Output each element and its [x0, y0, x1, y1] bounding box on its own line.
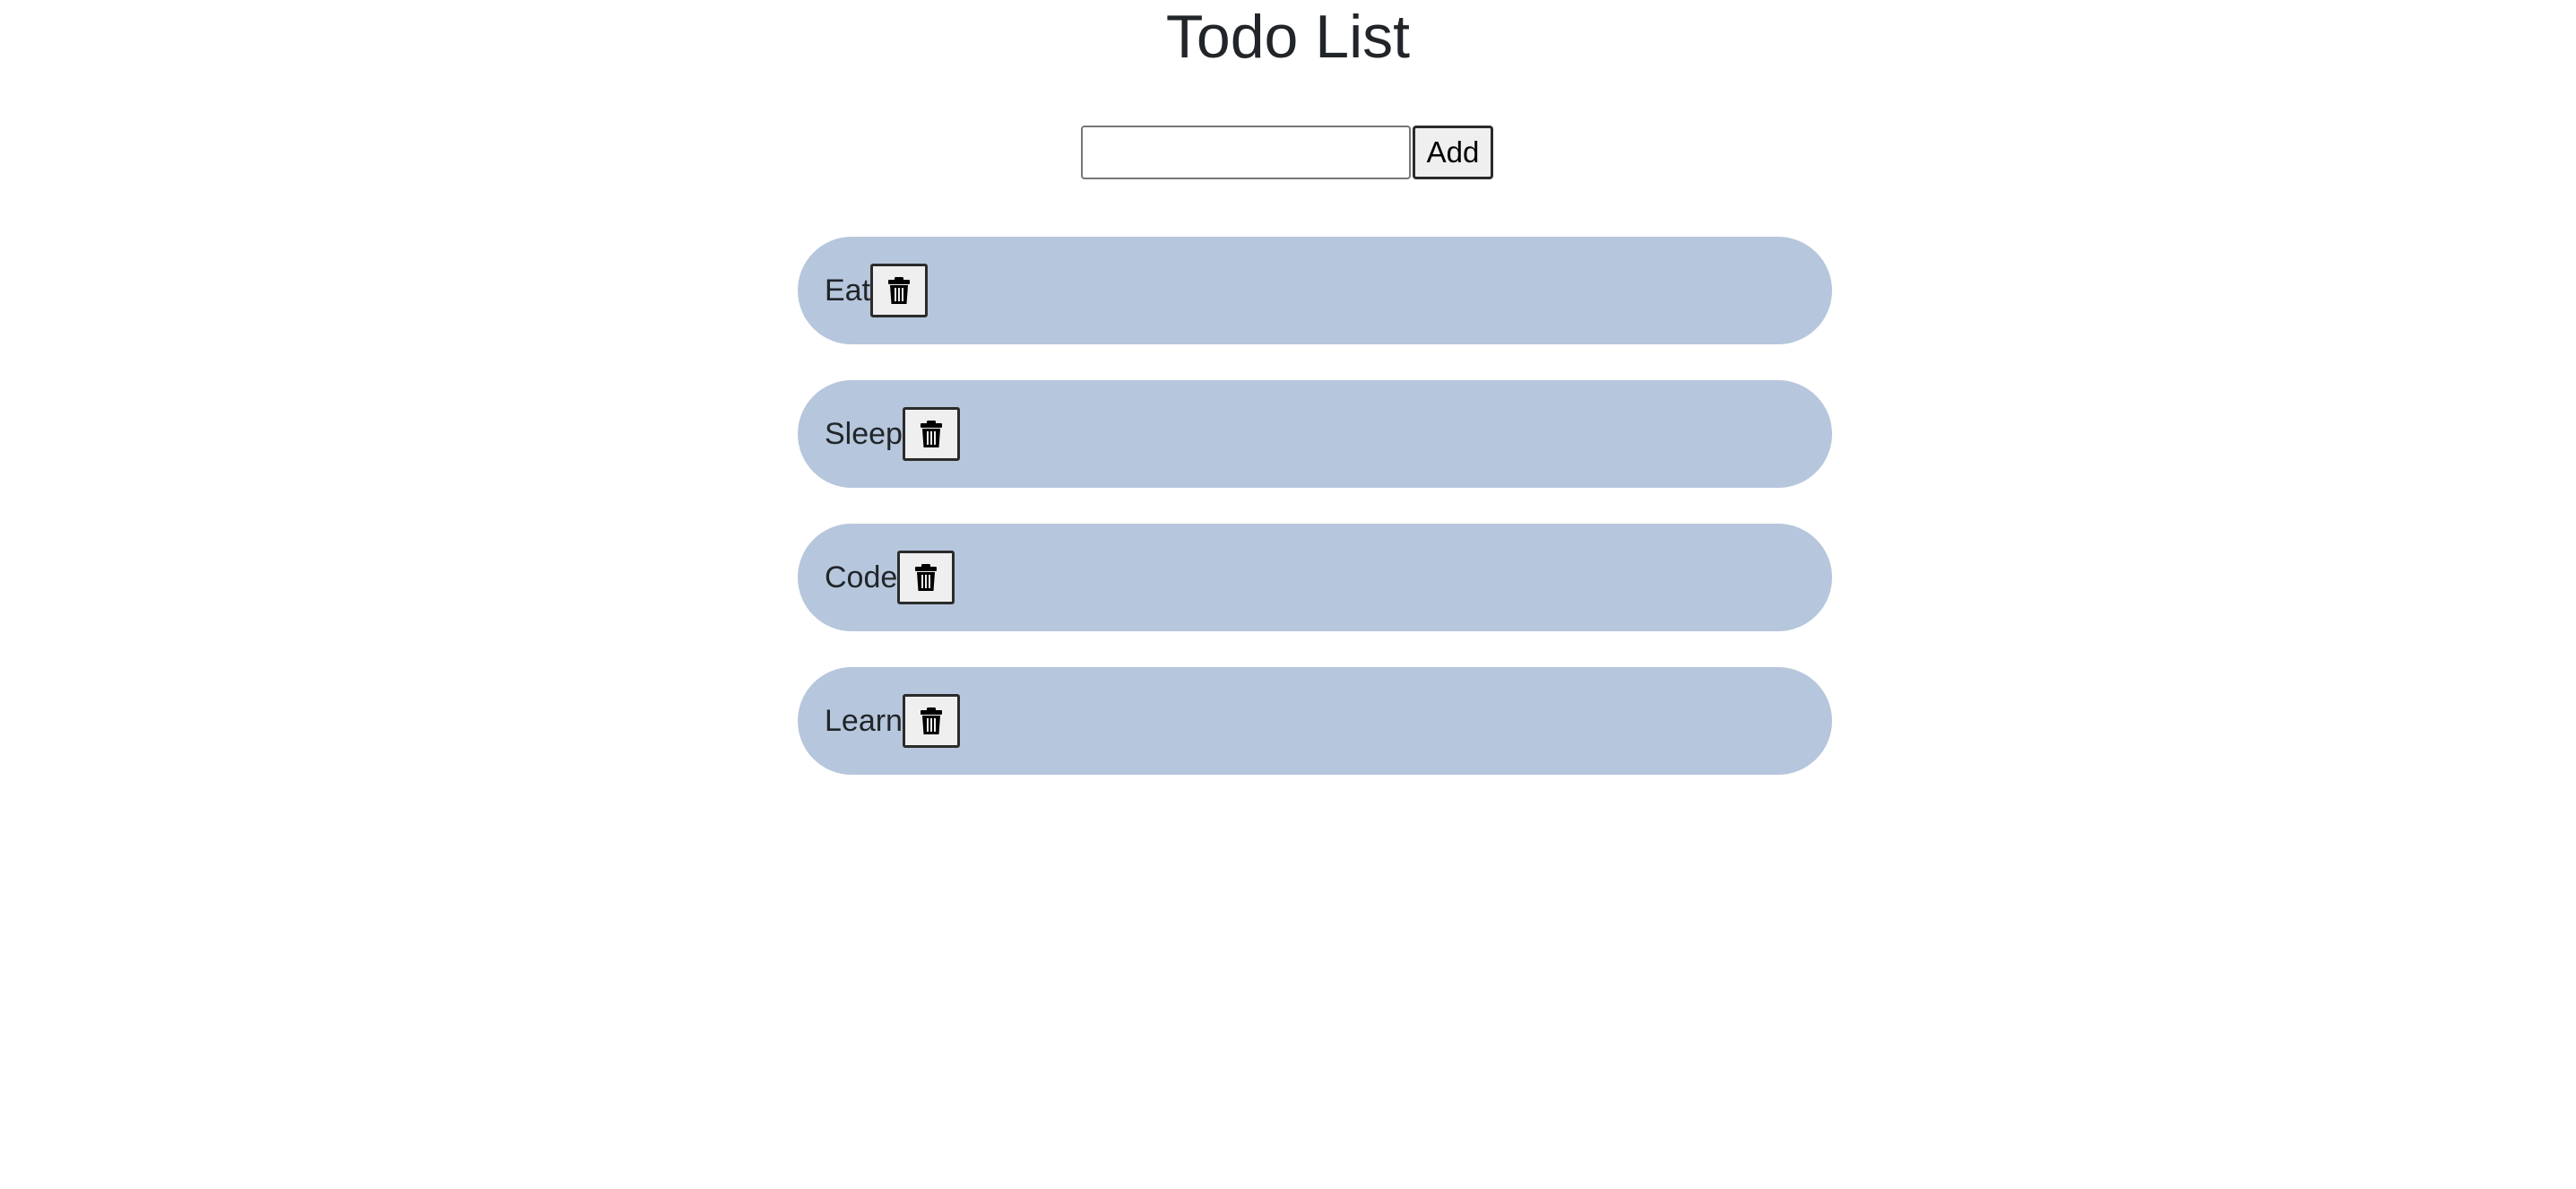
add-button[interactable]: Add: [1413, 126, 1493, 179]
todo-item-text: Eat: [825, 273, 871, 308]
todo-item-text: Code: [825, 560, 898, 594]
todo-item: Sleep: [798, 380, 1832, 488]
delete-button[interactable]: [870, 264, 929, 317]
todo-input[interactable]: [1081, 126, 1411, 179]
delete-button[interactable]: [902, 694, 960, 748]
todo-list: Eat Sleep Code Learn: [798, 237, 1832, 811]
trash-icon: [920, 420, 943, 448]
todo-item: Learn: [798, 667, 1832, 775]
todo-item: Code: [798, 524, 1832, 631]
delete-button[interactable]: [902, 407, 960, 461]
trash-icon: [887, 276, 911, 305]
trash-icon: [914, 563, 938, 592]
todo-item-text: Learn: [825, 703, 903, 738]
trash-icon: [920, 707, 943, 735]
delete-button[interactable]: [897, 551, 955, 604]
add-todo-form: Add: [1081, 126, 1493, 179]
todo-item-text: Sleep: [825, 416, 903, 451]
page-title: Todo List: [1165, 3, 1411, 71]
todo-item: Eat: [798, 237, 1832, 344]
